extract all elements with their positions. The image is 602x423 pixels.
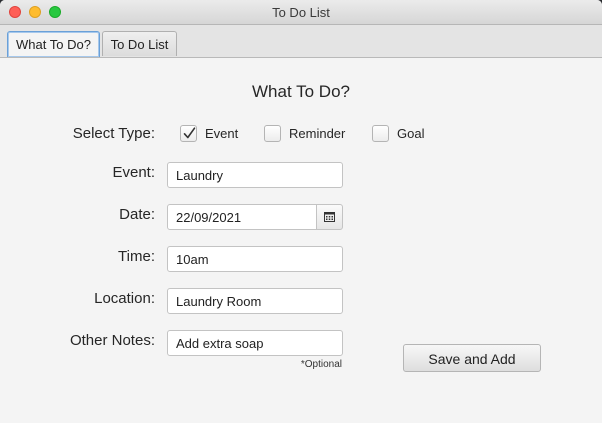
date-input[interactable] <box>167 204 317 230</box>
location-input[interactable] <box>167 288 343 314</box>
event-input[interactable] <box>167 162 343 188</box>
save-and-add-button[interactable]: Save and Add <box>403 344 541 372</box>
select-type-label: Select Type: <box>72 125 155 142</box>
reminder-option-label: Reminder <box>289 125 346 141</box>
event-option-label: Event <box>205 125 239 141</box>
date-picker-button[interactable] <box>316 204 343 230</box>
date-label: Date: <box>119 206 155 223</box>
time-label: Time: <box>118 248 155 265</box>
time-input[interactable] <box>167 246 343 272</box>
type-option-event[interactable]: Event <box>180 123 238 143</box>
goal-option-label: Goal <box>397 125 425 141</box>
notes-input[interactable] <box>167 330 343 356</box>
type-option-reminder[interactable]: Reminder <box>264 123 345 143</box>
window-title: To Do List <box>272 5 330 20</box>
tab-to-do-list[interactable]: To Do List <box>102 31 177 56</box>
type-option-goal[interactable]: Goal <box>372 123 424 143</box>
tab-bar: What To Do? To Do List <box>0 25 602 58</box>
title-bar: To Do List <box>0 0 602 25</box>
notes-label: Other Notes: <box>69 332 155 349</box>
checkmark-icon <box>183 126 196 138</box>
page-heading: What To Do? <box>252 82 350 101</box>
calendar-icon <box>324 212 335 222</box>
location-label: Location: <box>94 290 155 307</box>
app-window: To Do List What To Do? To Do List What T… <box>0 0 602 423</box>
event-checkbox[interactable] <box>180 124 197 142</box>
goal-checkbox[interactable] <box>372 124 389 142</box>
reminder-checkbox[interactable] <box>264 124 281 142</box>
optional-hint: *Optional <box>300 359 342 370</box>
tab-what-to-do[interactable]: What To Do? <box>7 31 100 57</box>
event-label: Event: <box>112 164 155 181</box>
